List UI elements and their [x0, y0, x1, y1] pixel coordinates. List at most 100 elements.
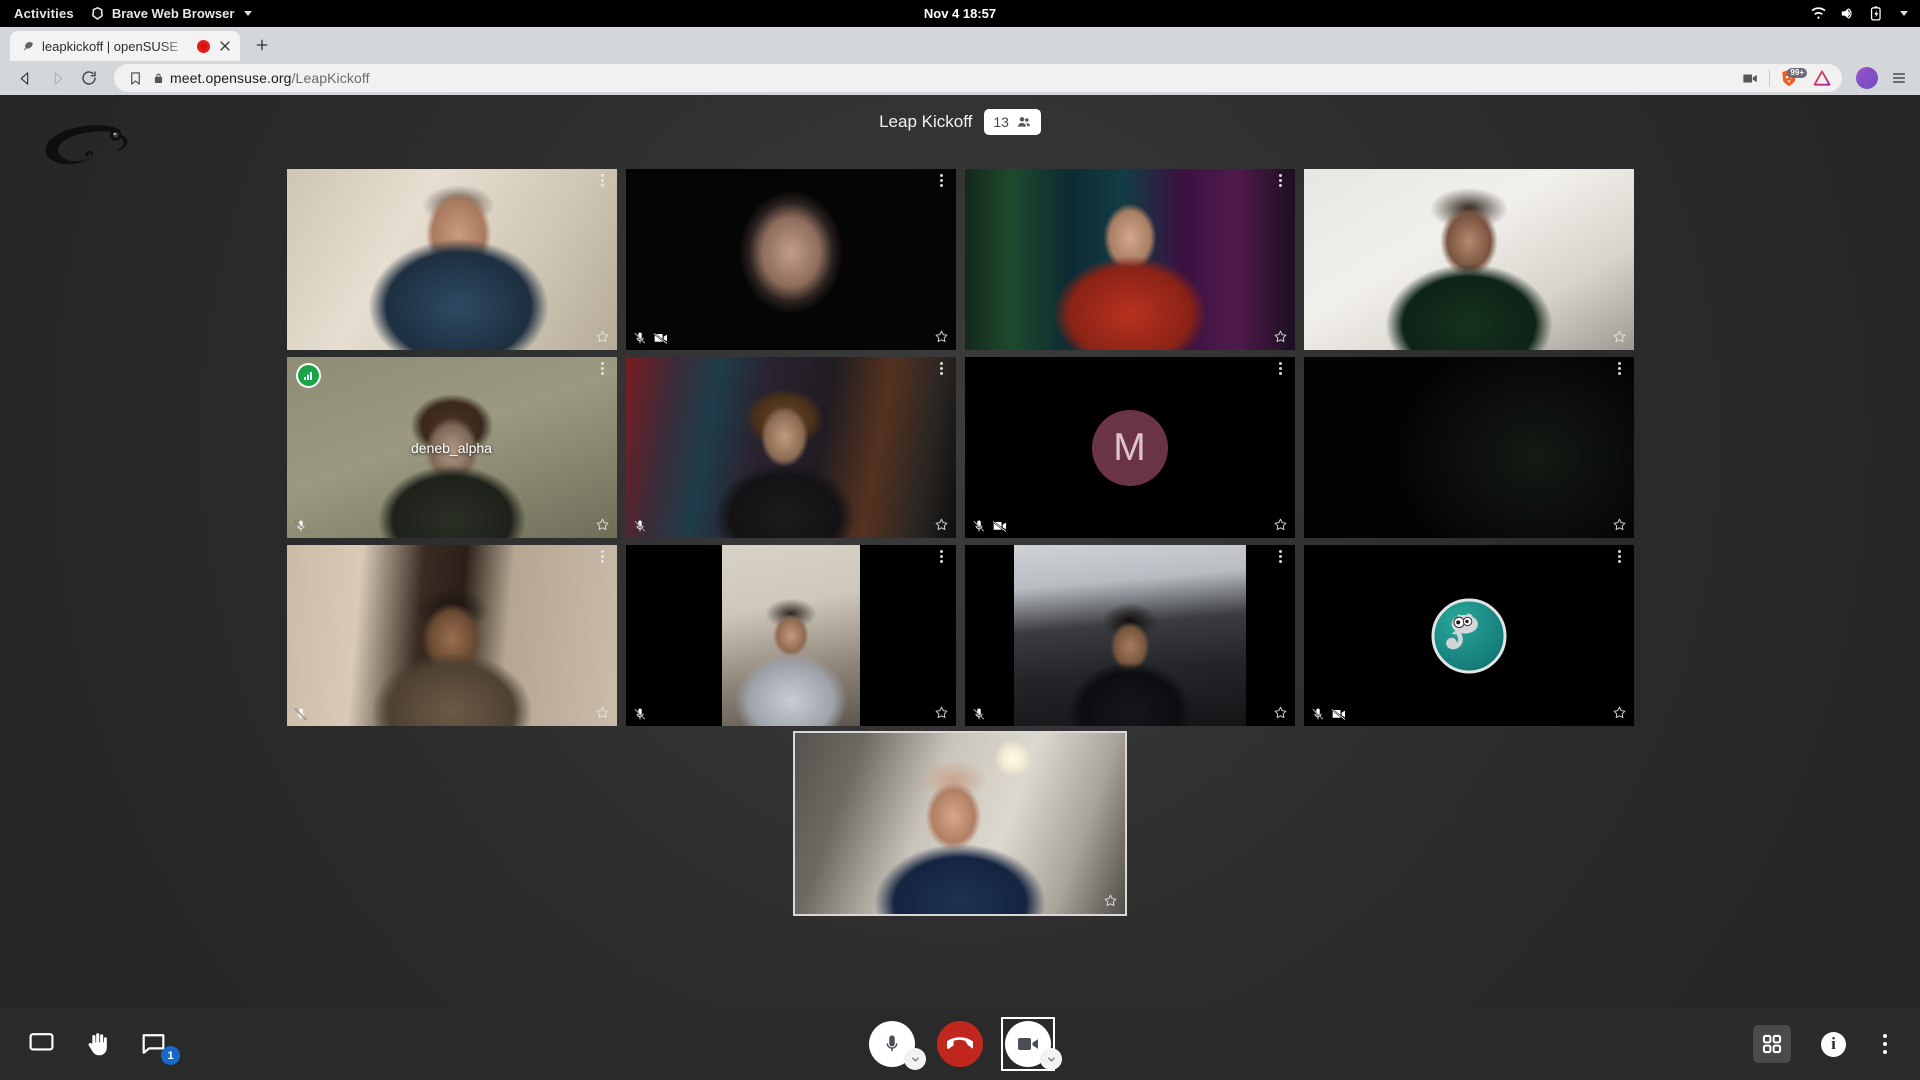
tile-menu-button[interactable] [1274, 550, 1288, 566]
participant-tile[interactable] [286, 169, 617, 350]
hamburger-menu-icon[interactable] [1888, 70, 1910, 86]
tile-menu-button[interactable] [1613, 174, 1627, 190]
hangup-button[interactable] [937, 1021, 983, 1067]
pin-star-icon[interactable] [1103, 893, 1118, 908]
mic-muted-icon [972, 708, 985, 720]
tile-menu-button[interactable] [935, 174, 949, 190]
participant-tile[interactable]: M [964, 357, 1295, 538]
pin-star-icon[interactable] [595, 329, 610, 344]
forward-button[interactable] [42, 64, 72, 92]
more-options-button[interactable] [1876, 1034, 1894, 1054]
pin-star-icon[interactable] [1273, 705, 1288, 720]
tile-status-icons [972, 707, 986, 721]
pin-star-icon[interactable] [934, 705, 949, 720]
brave-rewards-icon[interactable] [1812, 68, 1832, 88]
back-button[interactable] [10, 64, 40, 92]
info-letter: i [1831, 1034, 1836, 1053]
connection-quality-badge[interactable] [295, 363, 321, 388]
browser-chrome: leapkickoff | openSUSE meet.opensuse.org… [0, 27, 1920, 95]
back-arrow-icon [20, 71, 28, 85]
avatar-initial: M [1091, 409, 1168, 486]
share-screen-button[interactable] [28, 1032, 55, 1056]
profile-avatar[interactable] [1856, 67, 1878, 89]
tab-recording-indicator-icon[interactable] [197, 39, 210, 53]
video-stream [286, 545, 617, 726]
participant-tile[interactable] [625, 545, 956, 726]
meeting-info-button[interactable]: i [1821, 1031, 1846, 1057]
chat-button[interactable]: 1 [140, 1032, 180, 1065]
lock-icon[interactable] [146, 72, 170, 85]
camera-off-icon [652, 332, 668, 345]
tile-menu-button[interactable] [1274, 362, 1288, 378]
mic-button-group[interactable] [869, 1021, 926, 1070]
meeting-control-bar: 1 i [0, 1008, 1920, 1080]
monitor-icon [29, 1033, 54, 1051]
self-view-tile[interactable] [793, 731, 1127, 916]
chevron-down-icon [911, 1057, 919, 1061]
tab-close-icon[interactable] [217, 38, 233, 54]
participant-tile[interactable] [286, 545, 617, 726]
tile-status-icons [1311, 707, 1347, 721]
url-path: /LeapKickoff [291, 70, 370, 86]
tile-status-icons [294, 707, 308, 721]
pin-star-icon[interactable] [1273, 329, 1288, 344]
participant-count-badge[interactable]: 13 [984, 109, 1041, 135]
tile-menu-button[interactable] [935, 550, 949, 566]
pin-star-icon[interactable] [1612, 705, 1627, 720]
meeting-title: Leap Kickoff [879, 112, 973, 131]
tile-status-icons [633, 707, 647, 721]
pin-star-icon[interactable] [934, 517, 949, 532]
forward-arrow-icon [54, 71, 62, 85]
new-tab-button[interactable] [248, 31, 276, 59]
pin-star-icon[interactable] [1612, 517, 1627, 532]
tile-view-button[interactable] [1753, 1025, 1791, 1063]
participant-tile[interactable] [1303, 545, 1634, 726]
participant-tile[interactable] [625, 169, 956, 350]
participant-tile[interactable] [625, 357, 956, 538]
raise-hand-button[interactable] [85, 1031, 110, 1058]
reload-button[interactable] [74, 64, 104, 92]
mic-muted-icon [1311, 708, 1324, 720]
control-bar-center [869, 1017, 1062, 1071]
pin-star-icon[interactable] [595, 705, 610, 720]
camera-off-icon [1330, 708, 1346, 721]
active-app-menu[interactable]: Brave Web Browser [90, 6, 253, 21]
camera-off-icon [991, 520, 1007, 533]
mic-muted-icon [633, 520, 646, 532]
avatar-letter-text: M [1113, 425, 1146, 469]
pin-star-icon[interactable] [595, 517, 610, 532]
divider [1769, 69, 1770, 87]
participant-tile[interactable] [1303, 357, 1634, 538]
participant-tile[interactable] [964, 545, 1295, 726]
mic-muted-icon [294, 708, 307, 720]
tile-menu-button[interactable] [1613, 550, 1627, 566]
bookmark-icon[interactable] [124, 71, 146, 86]
clock[interactable]: Nov 4 18:57 [924, 6, 996, 21]
pin-star-icon[interactable] [934, 329, 949, 344]
address-bar[interactable]: meet.opensuse.org/LeapKickoff 99+ [114, 64, 1842, 92]
participant-tile[interactable] [964, 169, 1295, 350]
activities-button[interactable]: Activities [0, 6, 90, 21]
tile-menu-button[interactable] [1613, 362, 1627, 378]
control-bar-left: 1 [28, 1031, 180, 1065]
tile-status-icons [972, 519, 1008, 533]
meeting-view: Leap Kickoff 13 deneb_alpha M 1 i [0, 95, 1920, 1080]
microphone-icon [886, 1035, 898, 1052]
camera-permission-icon[interactable] [1741, 69, 1760, 88]
tile-menu-button[interactable] [596, 550, 610, 566]
tile-menu-button[interactable] [1274, 174, 1288, 190]
camera-options-dropdown[interactable] [1040, 1048, 1062, 1070]
camera-button-group[interactable] [1001, 1017, 1062, 1071]
tile-menu-button[interactable] [935, 362, 949, 378]
pin-star-icon[interactable] [1612, 329, 1627, 344]
browser-tab[interactable]: leapkickoff | openSUSE [10, 31, 240, 61]
tab-title: leapkickoff | openSUSE [42, 38, 179, 54]
participant-tile[interactable] [1303, 169, 1634, 350]
pin-star-icon[interactable] [1273, 517, 1288, 532]
mic-options-dropdown[interactable] [904, 1048, 926, 1070]
participant-tile[interactable]: deneb_alpha [286, 357, 617, 538]
system-tray[interactable] [1810, 5, 1908, 22]
tile-menu-button[interactable] [596, 174, 610, 190]
brave-shields-button[interactable]: 99+ [1779, 67, 1807, 89]
tile-menu-button[interactable] [596, 362, 610, 378]
